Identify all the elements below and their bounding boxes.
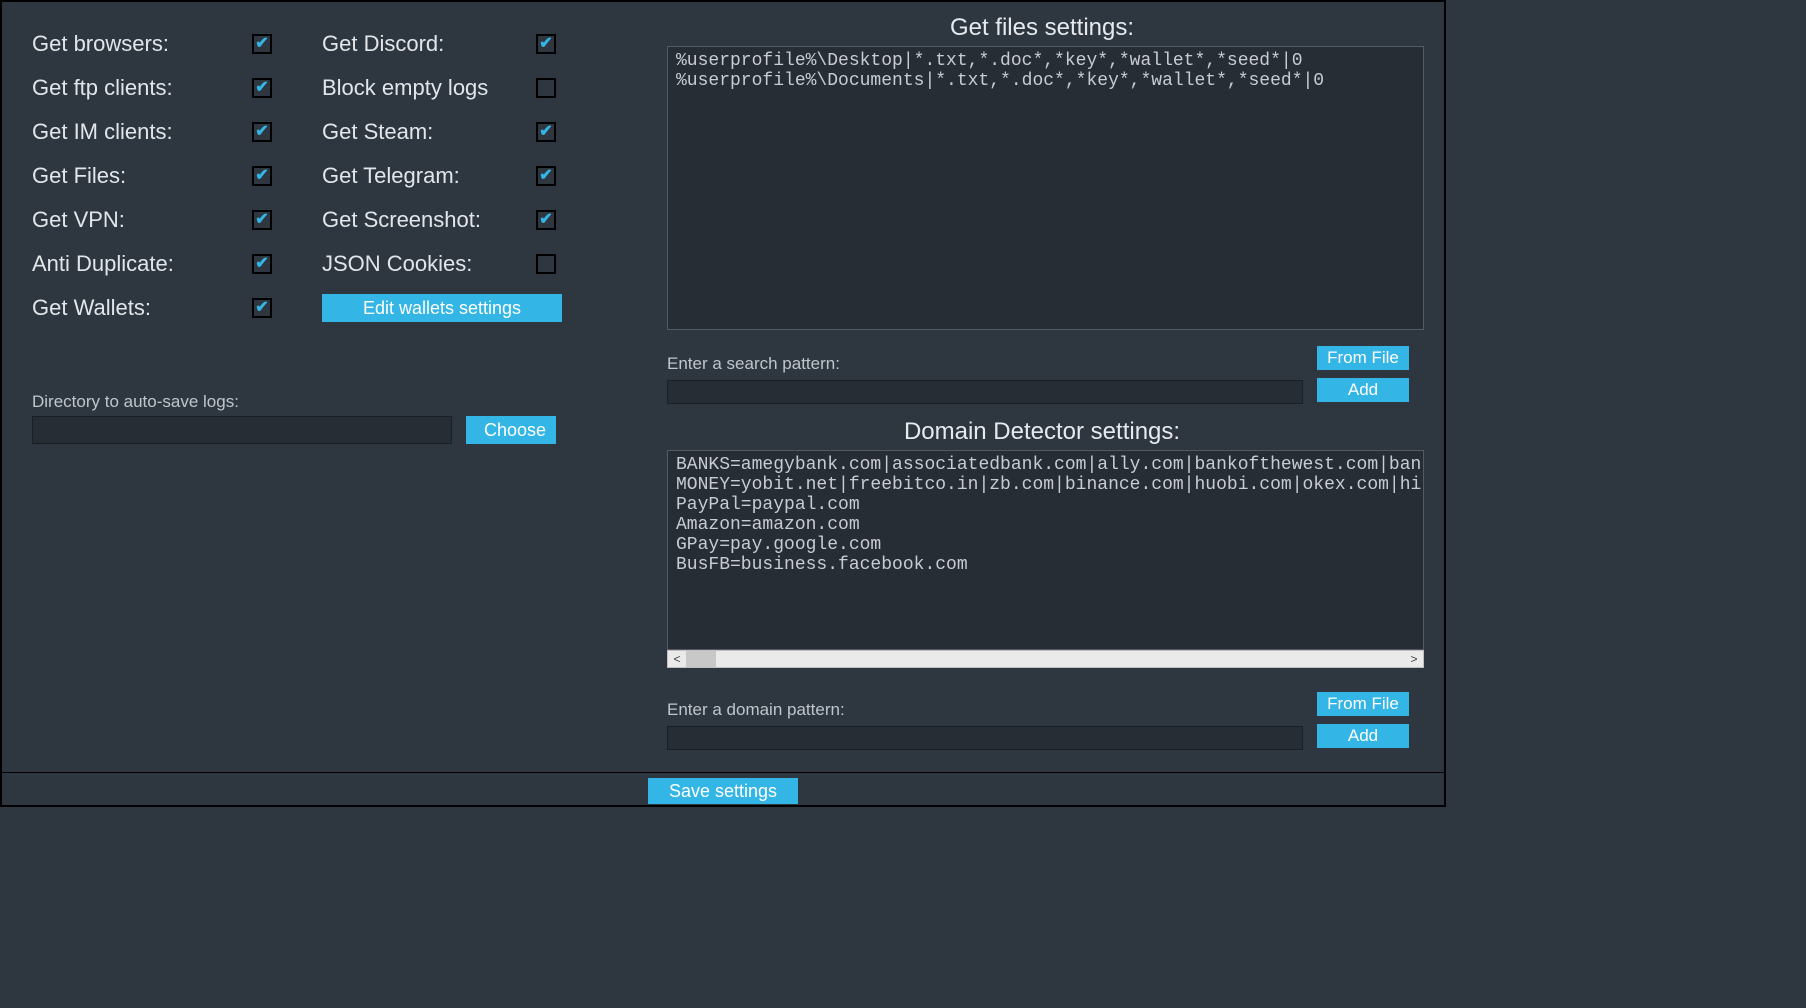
scroll-thumb[interactable] xyxy=(686,651,716,667)
label-get-telegram: Get Telegram: xyxy=(322,163,536,189)
checkbox-get-im[interactable] xyxy=(252,122,272,142)
checkbox-block-empty[interactable] xyxy=(536,78,556,98)
checkbox-get-steam[interactable] xyxy=(536,122,556,142)
search-pattern-input[interactable] xyxy=(667,380,1303,404)
files-add-button[interactable]: Add xyxy=(1317,378,1409,402)
label-block-empty: Block empty logs xyxy=(322,75,536,101)
checkbox-get-telegram[interactable] xyxy=(536,166,556,186)
label-get-wallets: Get Wallets: xyxy=(32,295,252,321)
label-json-cookies: JSON Cookies: xyxy=(322,251,536,277)
label-get-steam: Get Steam: xyxy=(322,119,536,145)
checkbox-get-vpn[interactable] xyxy=(252,210,272,230)
label-get-files: Get Files: xyxy=(32,163,252,189)
options-panel: Get browsers: Get Discord: Get ftp clien… xyxy=(32,22,612,330)
domain-add-button[interactable]: Add xyxy=(1317,724,1409,748)
checkbox-json-cookies[interactable] xyxy=(536,254,556,274)
label-get-screenshot: Get Screenshot: xyxy=(322,207,536,233)
domain-settings-heading: Domain Detector settings: xyxy=(667,418,1417,446)
search-pattern-label: Enter a search pattern: xyxy=(667,354,840,374)
checkbox-anti-duplicate[interactable] xyxy=(252,254,272,274)
checkbox-get-ftp[interactable] xyxy=(252,78,272,98)
footer-separator xyxy=(2,772,1444,773)
edit-wallets-button[interactable]: Edit wallets settings xyxy=(322,294,562,322)
domain-settings-textarea[interactable] xyxy=(667,450,1424,650)
checkbox-get-browsers[interactable] xyxy=(252,34,272,54)
domain-hscrollbar[interactable]: < > xyxy=(667,650,1424,668)
label-get-vpn: Get VPN: xyxy=(32,207,252,233)
choose-button[interactable]: Choose xyxy=(466,416,556,444)
checkbox-get-files[interactable] xyxy=(252,166,272,186)
checkbox-get-wallets[interactable] xyxy=(252,298,272,318)
scroll-left-icon[interactable]: < xyxy=(668,651,686,667)
label-get-im: Get IM clients: xyxy=(32,119,252,145)
files-from-file-button[interactable]: From File xyxy=(1317,346,1409,370)
label-get-ftp: Get ftp clients: xyxy=(32,75,252,101)
domain-from-file-button[interactable]: From File xyxy=(1317,692,1409,716)
files-settings-heading: Get files settings: xyxy=(667,14,1417,42)
scroll-right-icon[interactable]: > xyxy=(1405,651,1423,667)
domain-pattern-label: Enter a domain pattern: xyxy=(667,700,845,720)
checkbox-get-discord[interactable] xyxy=(536,34,556,54)
domain-pattern-input[interactable] xyxy=(667,726,1303,750)
label-get-discord: Get Discord: xyxy=(322,31,536,57)
dir-autosave-label: Directory to auto-save logs: xyxy=(32,392,239,412)
label-get-browsers: Get browsers: xyxy=(32,31,252,57)
scroll-track[interactable] xyxy=(716,651,1405,667)
dir-autosave-input[interactable] xyxy=(32,416,452,444)
label-anti-duplicate: Anti Duplicate: xyxy=(32,251,252,277)
checkbox-get-screenshot[interactable] xyxy=(536,210,556,230)
save-settings-button[interactable]: Save settings xyxy=(648,778,798,804)
files-settings-textarea[interactable] xyxy=(667,46,1424,330)
